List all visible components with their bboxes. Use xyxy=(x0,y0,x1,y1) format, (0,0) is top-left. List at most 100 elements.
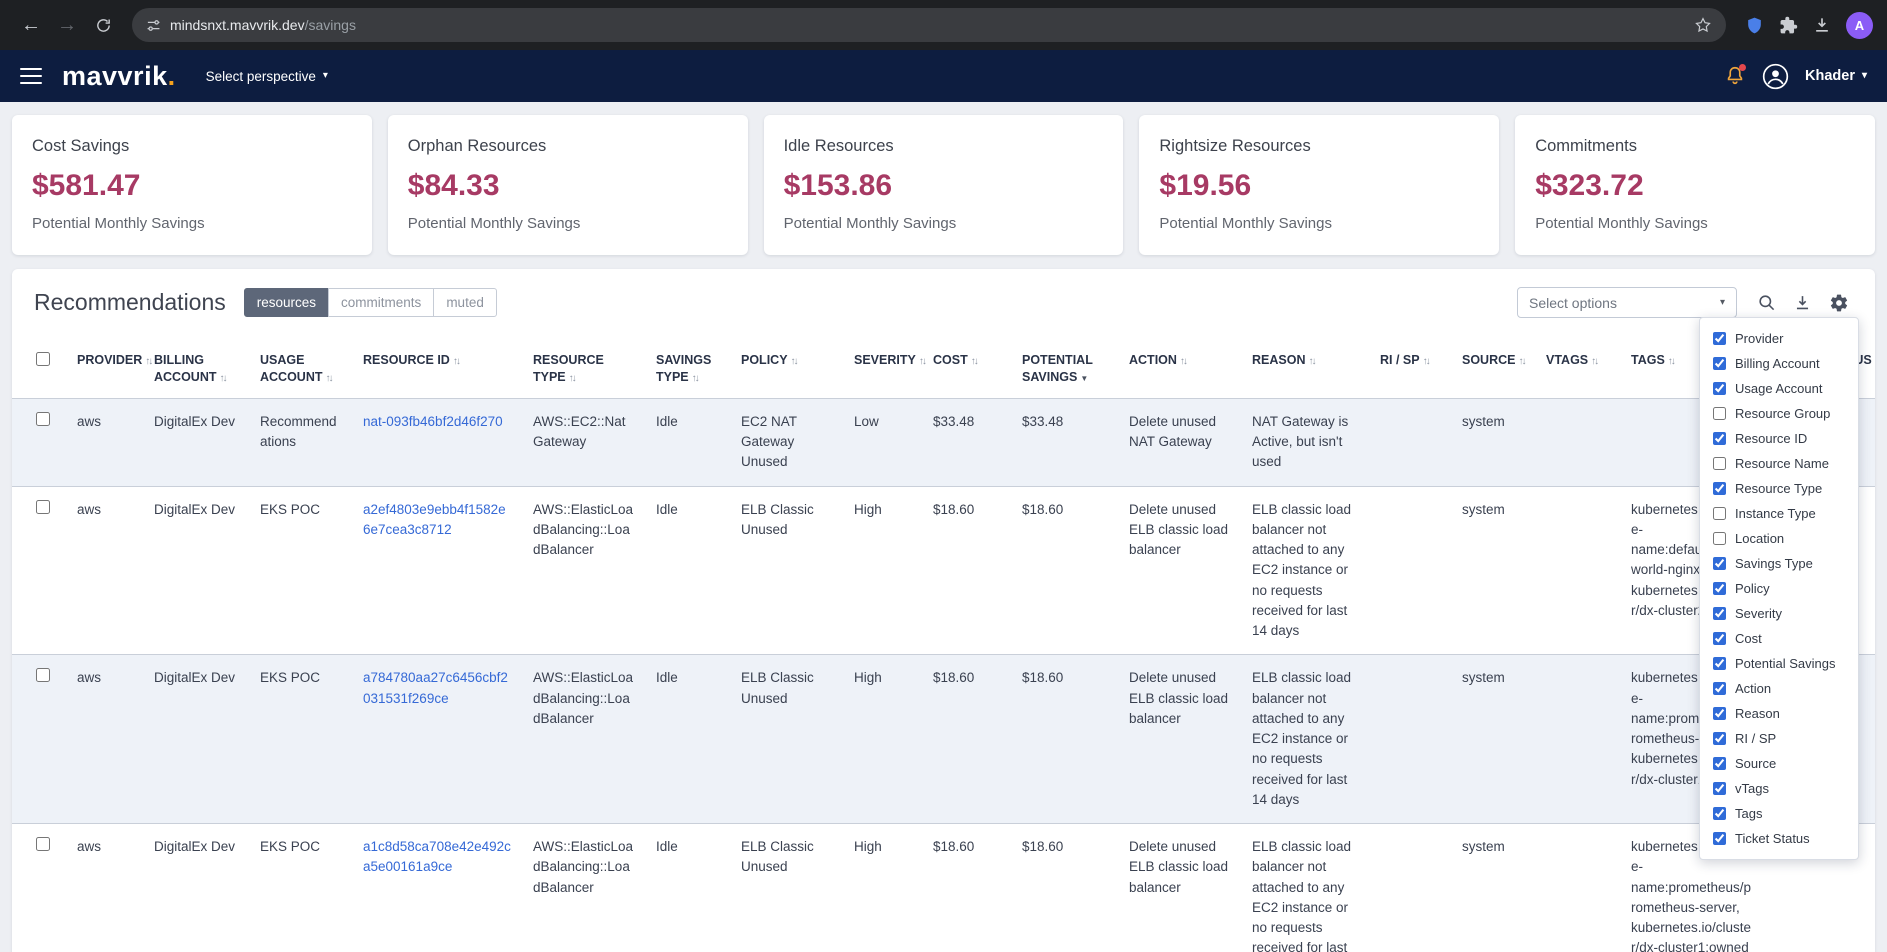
menu-item-resource-id[interactable]: Resource ID xyxy=(1700,426,1858,451)
site-info-icon[interactable] xyxy=(146,18,161,33)
col-header-potential-savings[interactable]: POTENTIAL SAVINGS▼ xyxy=(1012,340,1119,398)
cell-reason: ELB classic load balancer not attached t… xyxy=(1242,486,1370,655)
menu-item-resource-group[interactable]: Resource Group xyxy=(1700,401,1858,426)
menu-checkbox[interactable] xyxy=(1713,532,1726,545)
menu-item-vtags[interactable]: vTags xyxy=(1700,776,1858,801)
shield-extension-icon[interactable] xyxy=(1738,9,1770,41)
row-checkbox[interactable] xyxy=(36,500,50,514)
menu-item-source[interactable]: Source xyxy=(1700,751,1858,776)
row-checkbox[interactable] xyxy=(36,837,50,851)
menu-checkbox[interactable] xyxy=(1713,682,1726,695)
row-checkbox[interactable] xyxy=(36,668,50,682)
tab-muted[interactable]: muted xyxy=(433,288,497,317)
menu-checkbox[interactable] xyxy=(1713,557,1726,570)
menu-item-reason[interactable]: Reason xyxy=(1700,701,1858,726)
back-icon[interactable]: ← xyxy=(14,8,48,42)
menu-checkbox[interactable] xyxy=(1713,607,1726,620)
menu-checkbox[interactable] xyxy=(1713,657,1726,670)
sort-icon: ↑↓ xyxy=(220,373,226,384)
browser-profile-avatar[interactable]: A xyxy=(1846,12,1873,39)
menu-item-tags[interactable]: Tags xyxy=(1700,801,1858,826)
card-title: Rightsize Resources xyxy=(1159,137,1479,156)
user-menu[interactable]: Khader ▾ xyxy=(1805,68,1867,84)
resource-id-link[interactable]: a784780aa27c6456cbf2031531f269ce xyxy=(363,670,508,705)
menu-checkbox[interactable] xyxy=(1713,507,1726,520)
download-icon[interactable] xyxy=(1793,293,1812,312)
notifications-bell-icon[interactable] xyxy=(1724,65,1746,87)
col-header-policy[interactable]: POLICY↑↓ xyxy=(731,340,844,398)
cell-reason: ELB classic load balancer not attached t… xyxy=(1242,655,1370,824)
col-header-vtags[interactable]: VTAGS↑↓ xyxy=(1536,340,1621,398)
menu-item-severity[interactable]: Severity xyxy=(1700,601,1858,626)
col-header-reason[interactable]: REASON↑↓ xyxy=(1242,340,1370,398)
menu-item-usage-account[interactable]: Usage Account xyxy=(1700,376,1858,401)
resource-id-link[interactable]: a1c8d58ca708e42e492ca5e00161a9ce xyxy=(363,839,511,874)
gear-icon[interactable] xyxy=(1829,293,1849,313)
menu-checkbox[interactable] xyxy=(1713,407,1726,420)
menu-item-location[interactable]: Location xyxy=(1700,526,1858,551)
col-header-action[interactable]: ACTION↑↓ xyxy=(1119,340,1242,398)
col-header-billing-account[interactable]: BILLING ACCOUNT↑↓ xyxy=(144,340,250,398)
col-header-provider[interactable]: PROVIDER↑↓ xyxy=(67,340,144,398)
menu-checkbox[interactable] xyxy=(1713,332,1726,345)
col-header-usage-account[interactable]: USAGE ACCOUNT↑↓ xyxy=(250,340,353,398)
menu-item-action[interactable]: Action xyxy=(1700,676,1858,701)
menu-item-cost[interactable]: Cost xyxy=(1700,626,1858,651)
resource-id-link[interactable]: nat-093fb46bf2d46f270 xyxy=(363,414,503,429)
hamburger-menu-icon[interactable] xyxy=(20,68,42,85)
menu-checkbox[interactable] xyxy=(1713,432,1726,445)
cell-severity: Low xyxy=(844,398,923,486)
menu-item-billing-account[interactable]: Billing Account xyxy=(1700,351,1858,376)
resource-id-link[interactable]: a2ef4803e9ebb4f1582e6e7cea3c8712 xyxy=(363,502,506,537)
col-header-source[interactable]: SOURCE↑↓ xyxy=(1452,340,1536,398)
cell-ri-sp xyxy=(1370,655,1452,824)
col-header-resource-type[interactable]: RESOURCE TYPE↑↓ xyxy=(523,340,646,398)
perspective-selector[interactable]: Select perspective ▾ xyxy=(206,69,328,84)
card-title: Orphan Resources xyxy=(408,137,728,156)
filter-select-placeholder: Select options xyxy=(1529,295,1617,311)
menu-item-resource-name[interactable]: Resource Name xyxy=(1700,451,1858,476)
tab-resources[interactable]: resources xyxy=(244,288,329,317)
row-checkbox[interactable] xyxy=(36,412,50,426)
bookmark-star-icon[interactable] xyxy=(1694,16,1712,34)
app-logo[interactable]: mavvrik. xyxy=(62,61,176,92)
account-icon[interactable] xyxy=(1762,63,1789,90)
menu-item-potential-savings[interactable]: Potential Savings xyxy=(1700,651,1858,676)
menu-item-provider[interactable]: Provider xyxy=(1700,326,1858,351)
savings-page: Cost Savings $581.47 Potential Monthly S… xyxy=(0,102,1887,952)
menu-item-savings-type[interactable]: Savings Type xyxy=(1700,551,1858,576)
menu-checkbox[interactable] xyxy=(1713,632,1726,645)
menu-checkbox[interactable] xyxy=(1713,757,1726,770)
menu-checkbox[interactable] xyxy=(1713,832,1726,845)
col-header-ri-sp[interactable]: RI / SP↑↓ xyxy=(1370,340,1452,398)
menu-item-ri-sp[interactable]: RI / SP xyxy=(1700,726,1858,751)
col-header-cost[interactable]: COST↑↓ xyxy=(923,340,1012,398)
menu-checkbox[interactable] xyxy=(1713,707,1726,720)
table-row: aws DigitalEx Dev EKS POC a2ef4803e9ebb4… xyxy=(12,486,1875,655)
select-all-checkbox[interactable] xyxy=(36,352,50,366)
menu-item-resource-type[interactable]: Resource Type xyxy=(1700,476,1858,501)
menu-checkbox[interactable] xyxy=(1713,357,1726,370)
menu-checkbox[interactable] xyxy=(1713,382,1726,395)
col-header-resource-id[interactable]: RESOURCE ID↑↓ xyxy=(353,340,523,398)
address-bar[interactable]: mindsnxt.mavvrik.dev/savings xyxy=(132,8,1726,42)
filter-select[interactable]: Select options ▾ xyxy=(1517,287,1737,318)
downloads-icon[interactable] xyxy=(1806,9,1838,41)
menu-item-ticket-status[interactable]: Ticket Status xyxy=(1700,826,1858,851)
cell-severity: High xyxy=(844,486,923,655)
col-header-savings-type[interactable]: SAVINGS TYPE↑↓ xyxy=(646,340,731,398)
extensions-puzzle-icon[interactable] xyxy=(1772,9,1804,41)
search-icon[interactable] xyxy=(1757,293,1776,312)
reload-icon[interactable] xyxy=(86,8,120,42)
menu-item-policy[interactable]: Policy xyxy=(1700,576,1858,601)
menu-checkbox[interactable] xyxy=(1713,582,1726,595)
col-header-severity[interactable]: SEVERITY↑↓ xyxy=(844,340,923,398)
menu-checkbox[interactable] xyxy=(1713,782,1726,795)
forward-icon[interactable]: → xyxy=(50,8,84,42)
menu-item-instance-type[interactable]: Instance Type xyxy=(1700,501,1858,526)
menu-checkbox[interactable] xyxy=(1713,457,1726,470)
menu-checkbox[interactable] xyxy=(1713,807,1726,820)
menu-checkbox[interactable] xyxy=(1713,732,1726,745)
menu-checkbox[interactable] xyxy=(1713,482,1726,495)
tab-commitments[interactable]: commitments xyxy=(328,288,434,317)
